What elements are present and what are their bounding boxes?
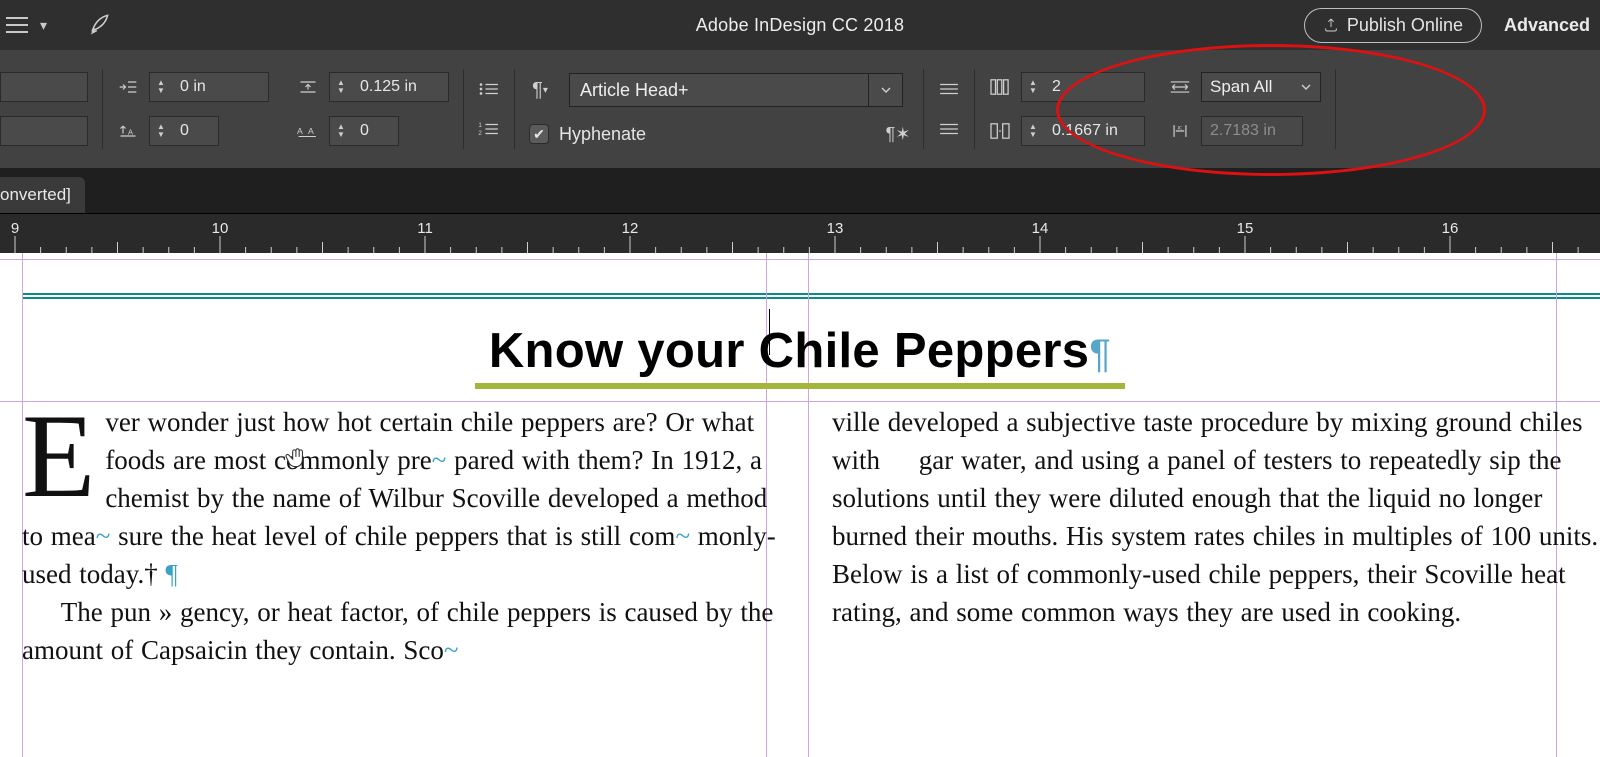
svg-text:1: 1	[478, 122, 482, 129]
ruler-mark: 9	[11, 220, 19, 237]
first-line-indent-field[interactable]: ▲▼	[149, 72, 269, 102]
field-cutoff-2[interactable]	[0, 116, 88, 146]
columns-icon	[989, 76, 1011, 98]
svg-text:A: A	[308, 126, 314, 136]
document-canvas[interactable]: Know your Chile Peppers¶ Ever wonder jus…	[0, 253, 1600, 757]
ruler-mark: 14	[1032, 220, 1049, 237]
document-tab-label: onverted]	[0, 185, 71, 205]
paragraph-style-dropdown[interactable]: Article Head+	[569, 73, 903, 107]
horizontal-ruler[interactable]: 9 10 11 12 13 14 15 16	[0, 213, 1600, 253]
stepper[interactable]: ▲▼	[330, 117, 352, 145]
publish-online-label: Publish Online	[1347, 15, 1463, 36]
app-menubar: ▾ Adobe InDesign CC 2018 Publish Online …	[0, 0, 1600, 50]
ruler-ticks	[0, 214, 1600, 253]
text-caret	[769, 309, 770, 355]
clear-overrides-icon[interactable]: ¶✶	[887, 123, 909, 145]
guide-line	[22, 293, 1600, 295]
ruler-mark: 16	[1442, 220, 1459, 237]
bulleted-list-icon[interactable]	[478, 78, 500, 100]
margin-guide	[0, 401, 1600, 402]
baseline-shift-icon: A	[117, 120, 139, 142]
guide-line	[22, 297, 1600, 299]
app-title: Adobe InDesign CC 2018	[696, 15, 905, 36]
chevron-down-icon[interactable]: ▾	[40, 17, 47, 34]
hyphenate-label: Hyphenate	[559, 124, 646, 145]
body-column-2[interactable]: ville developed a subjective taste proce…	[832, 403, 1600, 669]
paragraph-style-value: Article Head+	[580, 80, 689, 101]
ruler-mark: 13	[827, 220, 844, 237]
space-before-icon	[297, 76, 319, 98]
document-tab[interactable]: onverted]	[0, 177, 85, 213]
align-to-baseline-grid-icon[interactable]	[938, 78, 960, 100]
stepper[interactable]: ▲▼	[150, 117, 172, 145]
tracking-icon: AA	[297, 120, 319, 142]
hyphenate-checkbox[interactable]: ✔ Hyphenate	[529, 124, 646, 145]
pilcrow-icon[interactable]: ¶▾	[529, 79, 551, 101]
tracking-field[interactable]: ▲▼	[329, 116, 399, 146]
ruler-mark: 10	[212, 220, 229, 237]
span-columns-icon	[1169, 76, 1191, 98]
numbered-list-icon[interactable]: 12	[478, 118, 500, 140]
stepper[interactable]: ▲▼	[330, 73, 352, 101]
article-heading[interactable]: Know your Chile Peppers¶	[0, 323, 1600, 389]
span-columns-dropdown[interactable]: Span All	[1201, 72, 1321, 102]
column-gutter-field[interactable]: ▲▼	[1021, 116, 1145, 146]
stepper[interactable]: ▲▼	[150, 73, 172, 101]
first-line-indent-icon	[117, 76, 139, 98]
control-bar: ▲▼ A ▲▼ ▲▼	[0, 50, 1600, 168]
panel-menu-icon[interactable]	[6, 17, 28, 33]
document-tab-row: onverted]	[0, 168, 1600, 213]
ruler-mark: 11	[417, 220, 433, 237]
ruler-mark: 15	[1237, 220, 1254, 237]
column-width-field	[1201, 116, 1303, 146]
field-cutoff-1[interactable]	[0, 72, 88, 102]
svg-text:x:: x:	[1177, 124, 1182, 131]
svg-text:A: A	[297, 126, 303, 136]
space-before-field[interactable]: ▲▼	[329, 72, 449, 102]
stepper[interactable]: ▲▼	[1022, 73, 1044, 101]
column-width-icon: x:	[1169, 120, 1191, 142]
ruler-mark: 12	[622, 220, 639, 237]
workspace-switcher[interactable]: Advanced	[1504, 15, 1590, 36]
pilcrow-mark: ¶	[1089, 332, 1111, 376]
svg-text:A: A	[128, 127, 133, 136]
margin-guide	[0, 259, 1600, 260]
heading-underline	[475, 383, 1125, 389]
svg-text:2: 2	[478, 130, 482, 137]
stepper[interactable]: ▲▼	[1022, 117, 1044, 145]
span-columns-value: Span All	[1210, 77, 1272, 97]
hand-cursor-icon	[284, 443, 310, 469]
columns-count-field[interactable]: ▲▼	[1021, 72, 1145, 102]
do-not-align-to-baseline-grid-icon[interactable]	[938, 118, 960, 140]
checkbox-checked-icon: ✔	[529, 124, 549, 144]
gutter-icon	[989, 120, 1011, 142]
baseline-shift-field[interactable]: ▲▼	[149, 116, 219, 146]
gpu-rocket-icon[interactable]	[87, 10, 113, 41]
chevron-down-icon[interactable]	[869, 73, 903, 107]
body-column-1[interactable]: Ever wonder just how hot certain chile p…	[22, 403, 790, 669]
publish-online-button[interactable]: Publish Online	[1304, 8, 1482, 43]
heading-text: Know your Chile Peppers	[489, 324, 1089, 378]
